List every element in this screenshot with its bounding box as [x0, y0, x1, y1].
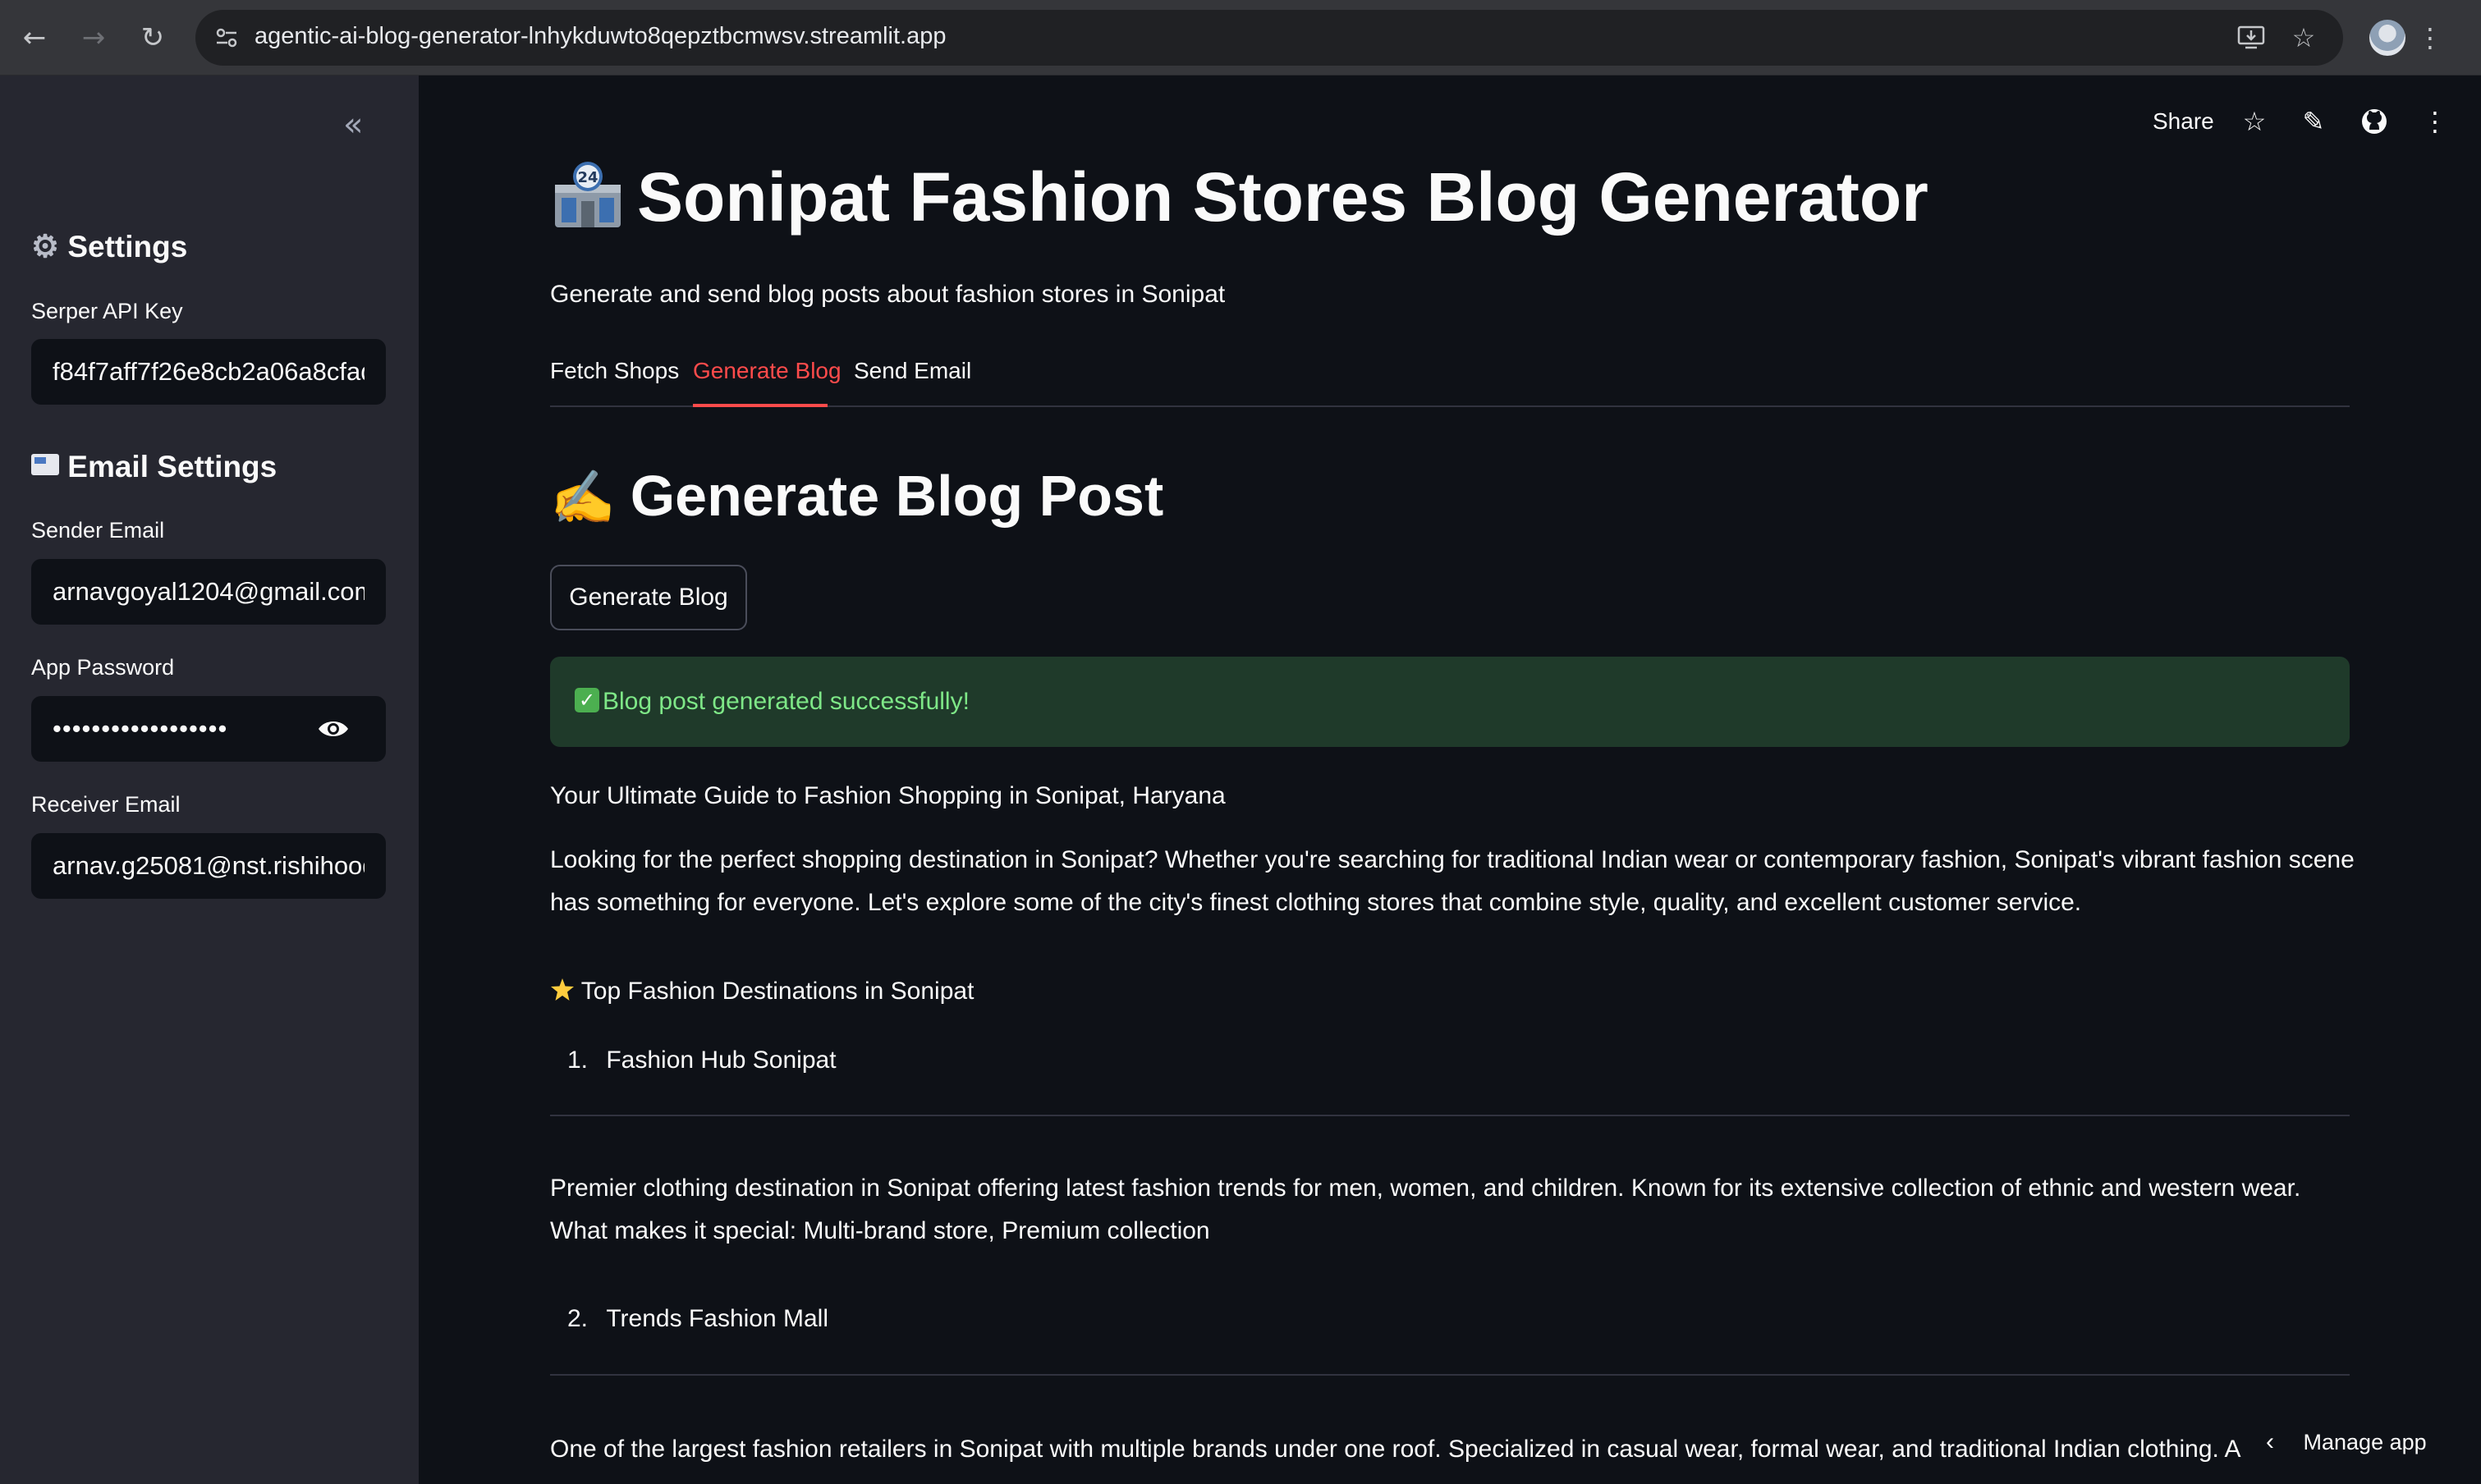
serper-api-key-label: Serper API Key — [31, 299, 183, 323]
browser-menu-icon[interactable]: ⋮ — [2410, 18, 2450, 57]
serper-api-key-field[interactable] — [31, 339, 386, 405]
bookmark-star-icon[interactable]: ☆ — [2284, 18, 2323, 57]
chevron-left-icon: ‹ — [2266, 1428, 2274, 1455]
list-item-description: Premier clothing destination in Sonipat … — [550, 1175, 2301, 1244]
page-title: 24 Sonipat Fashion Stores Blog Generator — [550, 158, 1928, 237]
forward-arrow-icon[interactable]: → — [74, 18, 113, 57]
list-item: 1. Fashion Hub Sonipat — [566, 1047, 837, 1074]
divider — [550, 1374, 2350, 1376]
page-subtitle: Generate and send blog posts about fashi… — [550, 281, 1226, 308]
settings-heading: ⚙ Settings — [31, 230, 188, 264]
gear-icon: ⚙ — [31, 230, 60, 264]
collapse-sidebar-icon[interactable]: « — [343, 108, 376, 143]
app-password-field[interactable] — [31, 696, 386, 762]
store-24-icon: 24 — [550, 160, 626, 229]
tab-fetch-shops[interactable]: Fetch Shops — [550, 358, 679, 384]
sender-email-label: Sender Email — [31, 518, 165, 543]
check-icon: ✓ — [575, 688, 599, 712]
receiver-email-field[interactable] — [31, 833, 386, 899]
app-password-input[interactable] — [31, 696, 310, 762]
install-app-icon[interactable] — [2231, 18, 2271, 57]
url-text[interactable]: agentic-ai-blog-generator-lnhykduwto8qep… — [255, 23, 947, 50]
email-settings-heading: Email Settings — [31, 450, 277, 484]
svg-text:24: 24 — [577, 169, 598, 186]
sidebar: « ⚙ Settings Serper API Key Email Settin… — [0, 76, 419, 1484]
sender-email-field[interactable] — [31, 559, 386, 625]
list-item: 2. Trends Fashion Mall — [566, 1305, 829, 1332]
serper-api-key-input[interactable] — [31, 339, 386, 405]
back-arrow-icon[interactable]: ← — [15, 18, 54, 57]
generate-blog-button[interactable]: Generate Blog — [550, 565, 747, 630]
active-tab-indicator — [693, 404, 828, 407]
share-button[interactable]: Share — [2153, 108, 2214, 135]
main-content: Share ☆ ✎ ⋮ 24 Sonipat Fashion Stores Bl… — [419, 76, 2481, 1484]
edit-pencil-icon[interactable]: ✎ — [2297, 105, 2330, 138]
github-icon[interactable] — [2358, 105, 2391, 138]
browser-toolbar: ← → ↻ agentic-ai-blog-generator-lnhykduw… — [0, 0, 2481, 76]
manage-app-button[interactable]: ‹ Manage app — [2266, 1428, 2427, 1456]
reload-icon[interactable]: ↻ — [133, 18, 172, 57]
blog-heading: Your Ultimate Guide to Fashion Shopping … — [550, 782, 1226, 809]
sender-email-input[interactable] — [31, 559, 386, 625]
top-destinations-heading: Top Fashion Destinations in Sonipat — [550, 970, 2356, 1013]
section-title: ✍ Generate Blog Post — [550, 464, 1164, 528]
profile-avatar[interactable] — [2369, 20, 2405, 56]
app-password-label: App Password — [31, 655, 175, 680]
glowing-star-icon — [550, 973, 575, 1001]
success-message: Blog post generated successfully! — [603, 688, 970, 715]
site-settings-icon[interactable] — [213, 25, 240, 51]
list-item-description: One of the largest fashion retailers in … — [550, 1436, 2241, 1463]
tab-bar: Fetch Shops Generate Blog Send Email — [550, 346, 2350, 407]
tab-generate-blog[interactable]: Generate Blog — [693, 358, 842, 384]
divider — [550, 1115, 2350, 1116]
receiver-email-input[interactable] — [31, 833, 386, 899]
writing-hand-icon: ✍ — [550, 468, 616, 527]
email-icon — [31, 454, 59, 475]
star-icon[interactable]: ☆ — [2238, 105, 2271, 138]
show-password-eye-icon[interactable] — [317, 716, 350, 742]
receiver-email-label: Receiver Email — [31, 792, 181, 817]
tab-send-email[interactable]: Send Email — [854, 358, 971, 384]
blog-intro: Looking for the perfect shopping destina… — [550, 846, 2355, 916]
main-menu-icon[interactable]: ⋮ — [2419, 105, 2451, 138]
success-alert: ✓ Blog post generated successfully! — [550, 657, 2350, 747]
address-bar[interactable]: agentic-ai-blog-generator-lnhykduwto8qep… — [195, 10, 2343, 66]
